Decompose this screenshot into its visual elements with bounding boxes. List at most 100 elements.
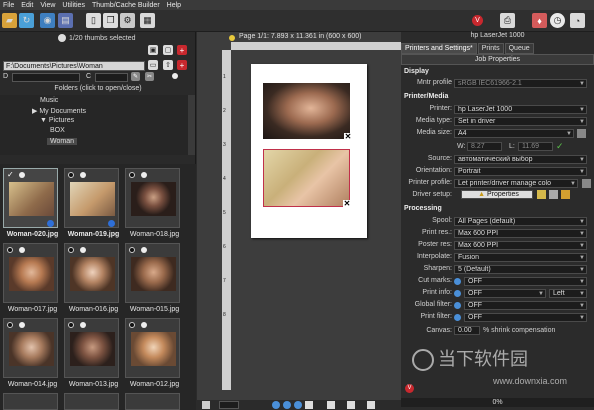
tab-queue[interactable]: Queue <box>504 43 534 54</box>
folder-woman[interactable]: Woman <box>47 138 77 145</box>
thumbnail-item[interactable] <box>125 393 180 410</box>
select-dot-icon[interactable] <box>141 322 147 328</box>
thumbnail-item[interactable]: Woman-013.jpg <box>64 318 119 388</box>
select-all-icon[interactable]: ▣ <box>148 45 158 55</box>
print-photo-1[interactable]: ✕ <box>263 83 352 141</box>
global-filter-select[interactable]: OFF ▼ <box>464 301 587 310</box>
print-info-settings-icon[interactable] <box>454 290 461 297</box>
select-box-icon[interactable] <box>68 322 74 328</box>
print-photo-2[interactable]: ✕ <box>263 149 351 208</box>
thumbnail-item[interactable]: Woman-014.jpg <box>3 318 58 388</box>
media-type-select[interactable]: Set in driver ▼ <box>454 117 587 126</box>
tools-icon[interactable]: ✂ <box>145 72 154 81</box>
print-filter-settings-icon[interactable] <box>454 314 461 321</box>
folder-pictures[interactable]: ▼ Pictures <box>40 117 74 124</box>
refresh-icon[interactable]: ↻ <box>19 13 34 28</box>
filter-c-input[interactable] <box>95 73 128 82</box>
select-box-icon[interactable] <box>68 172 74 178</box>
profile-settings-icon[interactable] <box>582 179 591 188</box>
copies-icon[interactable] <box>367 401 375 409</box>
deselect-icon[interactable]: ▢ <box>163 45 173 55</box>
poster-res-select[interactable]: Max 600 PPI ▼ <box>454 241 587 250</box>
v-badge-icon[interactable]: V <box>472 15 483 26</box>
properties-button[interactable]: ▲ Properties <box>461 190 533 199</box>
clock-icon[interactable]: ◷ <box>550 13 565 28</box>
open-folder-icon[interactable]: ▰ <box>2 13 17 28</box>
media-size-select[interactable]: A4 ▼ <box>454 129 574 138</box>
thumbnail-item[interactable]: Woman-019.jpg <box>64 168 119 238</box>
print-filter-select[interactable]: OFF ▼ <box>464 313 587 322</box>
thumbnail-item[interactable] <box>3 393 58 410</box>
thumbnail-item[interactable]: ✓ Woman-020.jpg <box>3 168 58 238</box>
folder-box[interactable]: BOX <box>50 127 65 134</box>
print-res-select[interactable]: Max 600 PPI ▼ <box>454 229 587 238</box>
select-box-icon[interactable] <box>129 322 135 328</box>
folder-scrollbar[interactable] <box>188 95 195 155</box>
add-icon[interactable]: + <box>177 45 187 55</box>
remove-photo-icon[interactable]: ✕ <box>344 133 352 141</box>
select-dot-icon[interactable] <box>141 172 147 178</box>
global-filter-settings-icon[interactable] <box>454 302 461 309</box>
menu-utilities[interactable]: Utilities <box>62 2 85 9</box>
job-properties-button[interactable]: Job Properties <box>401 54 594 65</box>
folder-path-input[interactable]: F:\Documents\Pictures\Woman <box>3 61 145 71</box>
settings-icon[interactable]: ⚙ <box>120 13 135 28</box>
interpolate-select[interactable]: Fusion ▼ <box>454 253 587 262</box>
edit-icon[interactable]: ✎ <box>131 72 140 81</box>
cut-marks-select[interactable]: OFF ▼ <box>464 277 587 286</box>
folder-music[interactable]: Music <box>40 97 58 104</box>
select-dot-icon[interactable] <box>141 247 147 253</box>
thumbnail-item[interactable]: Woman-015.jpg <box>125 243 180 313</box>
page-layout-icon[interactable] <box>327 401 335 409</box>
thumbnail-item[interactable]: Woman-016.jpg <box>64 243 119 313</box>
menu-thumb-cache-builder[interactable]: Thumb/Cache Builder <box>92 2 160 9</box>
select-box-icon[interactable] <box>129 172 135 178</box>
select-dot-icon[interactable] <box>80 322 86 328</box>
ink-drop-icon[interactable]: ♦ <box>532 13 547 28</box>
monitor-profile-select[interactable]: sRGB IEC61966-2.1 ▼ <box>454 79 587 88</box>
select-dot-icon[interactable] <box>19 247 25 253</box>
layout-icon[interactable]: ▦ <box>140 13 155 28</box>
menu-help[interactable]: Help <box>167 2 181 9</box>
browse-icon[interactable]: ▭ <box>148 60 158 70</box>
width-input[interactable]: 8.27 <box>467 142 502 151</box>
menu-edit[interactable]: Edit <box>21 2 33 9</box>
canvas-input[interactable]: 0.00 <box>454 326 480 335</box>
driver-save-icon[interactable] <box>537 190 546 199</box>
rotate-icon[interactable] <box>347 401 355 409</box>
thumbnail-item[interactable]: Woman-018.jpg <box>125 168 180 238</box>
zoom-out-icon[interactable] <box>294 401 302 409</box>
length-input[interactable]: 11.69 <box>518 142 553 151</box>
thumbs-toggle-icon[interactable] <box>58 34 66 42</box>
thumbnail-item[interactable]: Woman-012.jpg <box>125 318 180 388</box>
navigate-up-icon[interactable]: ⇧ <box>163 60 173 70</box>
select-dot-icon[interactable] <box>80 247 86 253</box>
cut-marks-settings-icon[interactable] <box>454 278 461 285</box>
menu-view[interactable]: View <box>40 2 55 9</box>
printer-select[interactable]: hp LaserJet 1000 ▼ <box>454 105 587 114</box>
thumbnail-item[interactable] <box>64 393 119 410</box>
filter-d-input[interactable] <box>12 73 80 82</box>
print-info-position-select[interactable]: Left ▼ <box>549 289 587 298</box>
orientation-select[interactable]: Portrait ▼ <box>454 167 587 176</box>
print-info-select[interactable]: OFF ▼ <box>464 289 546 298</box>
driver-print-icon[interactable] <box>549 190 558 199</box>
spool-select[interactable]: All Pages (default) ▼ <box>454 217 587 226</box>
driver-folder-icon[interactable] <box>561 190 570 199</box>
remove-photo-icon[interactable]: ✕ <box>343 200 351 208</box>
option-dot-icon[interactable] <box>172 73 178 79</box>
sharpen-select[interactable]: 5 (Default) ▼ <box>454 265 587 274</box>
tab-printers-and-settings[interactable]: Printers and Settings* <box>401 43 477 54</box>
grid-icon[interactable] <box>305 401 313 409</box>
stopwatch-icon[interactable]: ◔ <box>570 13 585 28</box>
source-select[interactable]: автоматический выбор ▼ <box>454 155 587 164</box>
printer-profile-select[interactable]: Let printer/driver manage colo ▼ <box>454 179 578 188</box>
select-box-icon[interactable] <box>68 247 74 253</box>
select-dot-icon[interactable] <box>19 322 25 328</box>
select-box-icon[interactable] <box>7 322 13 328</box>
folder-my-documents[interactable]: ▶ My Documents <box>32 107 86 115</box>
page-number-input[interactable] <box>219 401 239 409</box>
confirm-check-icon[interactable]: ✓ <box>556 141 564 152</box>
select-dot-icon[interactable] <box>80 172 86 178</box>
zoom-icon[interactable] <box>202 401 210 409</box>
